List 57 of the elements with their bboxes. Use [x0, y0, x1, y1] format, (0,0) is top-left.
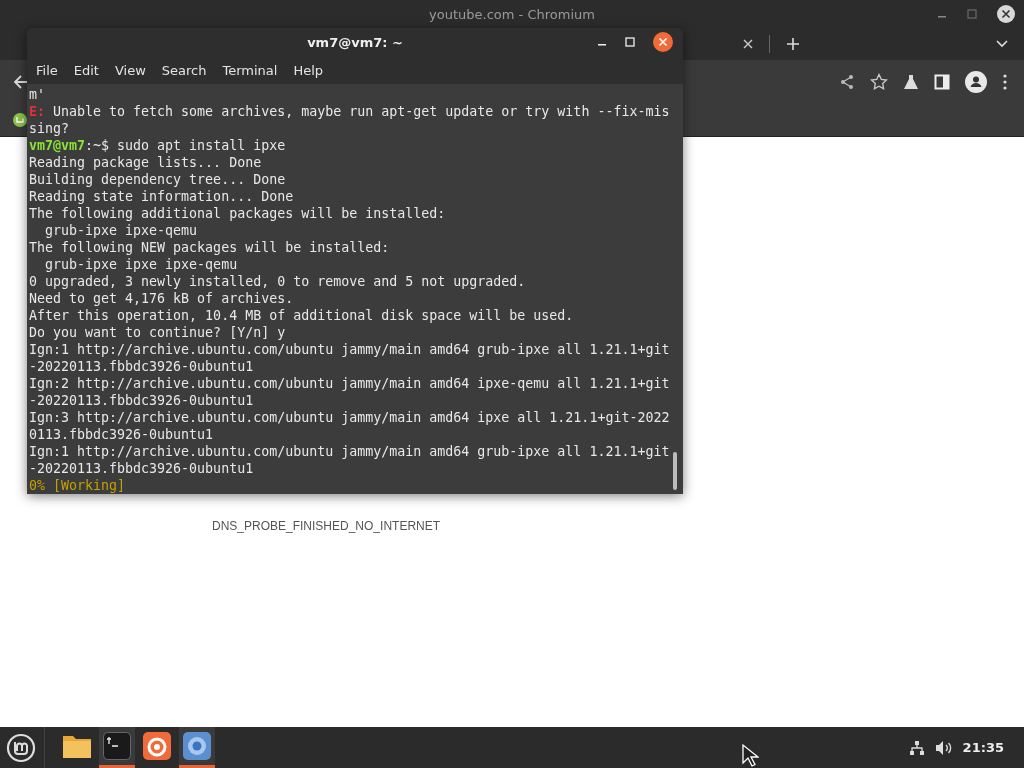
- terminal-line: Reading state information... Done: [29, 188, 295, 205]
- back-arrow-icon[interactable]: [14, 75, 30, 89]
- terminal-line: sing?: [29, 120, 71, 137]
- menu-item[interactable]: Help: [293, 63, 332, 78]
- profile-icon[interactable]: [965, 71, 987, 93]
- terminal-icon: [103, 732, 131, 760]
- flask-icon[interactable]: [903, 74, 919, 90]
- mint-logo-icon[interactable]: [13, 113, 27, 127]
- star-icon[interactable]: [870, 73, 888, 91]
- menu-icon[interactable]: [1002, 74, 1008, 90]
- terminal-line: Building dependency tree... Done: [29, 171, 287, 188]
- globe-icon: [183, 732, 211, 760]
- tab-close-icon[interactable]: [743, 39, 753, 49]
- browser-icon: [143, 732, 171, 760]
- taskbar-app[interactable]: [99, 727, 135, 768]
- window-title: vm7@vm7: ~: [307, 35, 403, 50]
- menu-item[interactable]: Edit: [73, 63, 107, 78]
- new-tab-icon[interactable]: [786, 37, 800, 51]
- terminal-line: grub-ipxe ipxe-qemu: [44, 222, 199, 239]
- terminal-line: 0 upgraded, 3 newly installed, 0 to remove and 5 not upgraded.: [29, 273, 527, 290]
- taskbar-app[interactable]: [179, 727, 215, 768]
- window-title: youtube.com - Chromium: [429, 6, 595, 22]
- terminal-line: 0% [Working]: [29, 477, 127, 494]
- error-code: DNS_PROBE_FINISHED_NO_INTERNET: [212, 519, 441, 533]
- terminal-line: Need to get 4,176 kB of archives.: [29, 290, 295, 307]
- menu-item[interactable]: View: [114, 63, 154, 78]
- terminal-line: The following additional packages will be installed:: [29, 205, 447, 222]
- terminal-line: grub-ipxe ipxe ipxe-qemu: [44, 256, 239, 273]
- menu-item[interactable]: Terminal: [222, 63, 286, 78]
- share-icon[interactable]: [839, 74, 855, 90]
- mint-logo-icon[interactable]: [6, 732, 36, 763]
- close-icon[interactable]: [653, 32, 673, 52]
- terminal-line: -20220113.fbbdc3926-0ubuntu1: [29, 358, 255, 375]
- terminal-line: E: Unable to fetch some archives, maybe run apt-get update or try with --fix-mis: [29, 103, 671, 120]
- terminal-line: After this operation, 10.4 MB of additional disk space will be used.: [29, 307, 575, 324]
- scrollbar[interactable]: [673, 452, 677, 490]
- menu-item[interactable]: File: [36, 63, 66, 78]
- terminal-line: 0113.fbbdc3926-0ubuntu1: [29, 426, 215, 443]
- close-icon[interactable]: [996, 4, 1016, 24]
- terminal-line: Ign:1 http://archive.ubuntu.com/ubuntu jammy/main amd64 grub-ipxe all 1.21.1+git: [29, 341, 671, 358]
- terminal-line: m': [29, 86, 46, 103]
- terminal-line: Ign:2 http://archive.ubuntu.com/ubuntu jammy/main amd64 ipxe-qemu all 1.21.1+git: [29, 375, 671, 392]
- terminal-line: vm7@vm7:~$ sudo apt install ipxe: [29, 137, 287, 154]
- terminal-line: -20220113.fbbdc3926-0ubuntu1: [29, 392, 255, 409]
- network-icon[interactable]: [908, 739, 925, 756]
- terminal-line: Reading package lists... Done: [29, 154, 263, 171]
- menu-item[interactable]: Search: [161, 63, 215, 78]
- terminal-line: Do you want to continue? [Y/n] y: [29, 324, 287, 341]
- terminal-line: Ign:1 http://archive.ubuntu.com/ubuntu jammy/main amd64 grub-ipxe all 1.21.1+git: [29, 443, 671, 460]
- chevron-down-icon[interactable]: [996, 40, 1008, 48]
- terminal-line: Ign:3 http://archive.ubuntu.com/ubuntu jammy/main amd64 ipxe all 1.21.1+git-2022: [29, 409, 671, 426]
- volume-icon[interactable]: [934, 739, 953, 756]
- terminal-line: -20220113.fbbdc3926-0ubuntu1: [29, 460, 255, 477]
- sidebar-icon[interactable]: [934, 74, 950, 90]
- terminal-line: The following NEW packages will be installed:: [29, 239, 391, 256]
- folder-icon: [62, 733, 92, 759]
- clock[interactable]: 21:35: [962, 740, 1004, 755]
